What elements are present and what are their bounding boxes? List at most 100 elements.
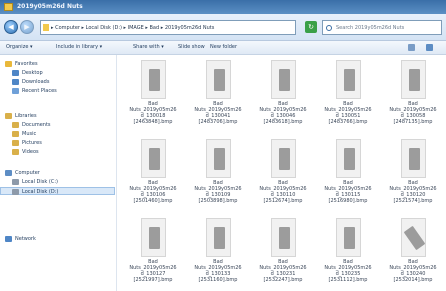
file-item[interactable]: Bad Nuts_2019y05m26 d_130133 [2531160].b…: [188, 215, 248, 291]
nav-item-local-disk-d[interactable]: Local Disk (D:): [0, 187, 115, 195]
nav-item-label: Documents: [22, 122, 51, 128]
image-thumbnail: [401, 218, 426, 257]
nut-image: [403, 225, 426, 251]
view-options-icon[interactable]: [408, 44, 415, 51]
file-item[interactable]: Bad Nuts_2019y05m26 d_130127 [2521997].b…: [123, 215, 183, 291]
image-thumbnail: [141, 139, 166, 178]
nav-item-label: Music: [22, 131, 37, 137]
file-name: Bad Nuts_2019y05m26 d_130120 [2521574].b…: [389, 180, 437, 204]
help-icon[interactable]: [426, 44, 433, 51]
nut-image: [214, 148, 225, 170]
file-item[interactable]: Bad Nuts_2019y05m26 d_130109 [2503898].b…: [188, 136, 248, 214]
nav-item-label: Pictures: [22, 140, 42, 146]
nav-item-downloads[interactable]: Downloads: [0, 78, 115, 86]
image-thumbnail: [401, 139, 426, 178]
forward-button[interactable]: ▶: [20, 20, 34, 34]
file-item[interactable]: Bad Nuts_2019y05m26 d_130018 [2463848].b…: [123, 57, 183, 135]
file-item[interactable]: Bad Nuts_2019y05m26 d_130240 [2532014].b…: [383, 215, 443, 291]
nav-item-pictures[interactable]: Pictures: [0, 139, 115, 147]
pictures-icon: [12, 140, 19, 146]
music-icon: [12, 131, 19, 137]
back-button[interactable]: ◀: [4, 20, 18, 34]
nav-item-music[interactable]: Music: [0, 130, 115, 138]
file-item[interactable]: Bad Nuts_2019y05m26 d_130231 [2532247].b…: [253, 215, 313, 291]
file-name: Bad Nuts_2019y05m26 d_130058 [2487135].b…: [389, 101, 437, 125]
downloads-icon: [12, 79, 19, 85]
image-thumbnail: [336, 60, 361, 99]
nut-image: [279, 69, 290, 91]
include-in-library-button[interactable]: Include in library ▾: [56, 44, 102, 50]
file-name: Bad Nuts_2019y05m26 d_130109 [2503898].b…: [194, 180, 242, 204]
nav-item-recent-places[interactable]: Recent Places: [0, 87, 115, 95]
file-name: Bad Nuts_2019y05m26 d_130133 [2531160].b…: [194, 259, 242, 283]
title-bar: 2019y05m26d Nuts: [0, 0, 446, 14]
image-thumbnail: [336, 218, 361, 257]
file-name: Bad Nuts_2019y05m26 d_130115 [2516980].b…: [324, 180, 372, 204]
nav-item-videos[interactable]: Videos: [0, 148, 115, 156]
nut-image: [409, 69, 420, 91]
organize-button[interactable]: Organize ▾: [6, 44, 33, 50]
nav-item-local-disk-c[interactable]: Local Disk (C:): [0, 178, 115, 186]
nut-image: [214, 227, 225, 249]
share-with-button[interactable]: Share with ▾: [133, 44, 164, 50]
nut-image: [149, 69, 160, 91]
search-input[interactable]: Search 2019y05m26d Nuts: [322, 20, 442, 35]
nav-item-network[interactable]: Network: [0, 235, 115, 243]
desktop-icon: [12, 70, 19, 76]
nav-item-favorites[interactable]: Favorites: [0, 60, 115, 68]
nav-item-desktop[interactable]: Desktop: [0, 69, 115, 77]
disk-icon: [12, 189, 19, 195]
file-name: Bad Nuts_2019y05m26 d_130235 [2531112].b…: [324, 259, 372, 283]
navigation-pane: Favorites Desktop Downloads Recent Place…: [0, 55, 117, 291]
nut-image: [344, 69, 355, 91]
file-item[interactable]: Bad Nuts_2019y05m26 d_130106 [2501460].b…: [123, 136, 183, 214]
address-path: ▸ Computer ▸ Local Disk (D:) ▸ IMAGE ▸ B…: [51, 25, 215, 31]
star-icon: [5, 61, 12, 67]
nut-image: [279, 227, 290, 249]
refresh-button[interactable]: ↻: [305, 21, 317, 33]
file-name: Bad Nuts_2019y05m26 d_130051 [2483766].b…: [324, 101, 372, 125]
window-title: 2019y05m26d Nuts: [17, 3, 83, 10]
file-item[interactable]: Bad Nuts_2019y05m26 d_130235 [2531112].b…: [318, 215, 378, 291]
image-thumbnail: [271, 139, 296, 178]
recent-places-icon: [12, 88, 19, 94]
image-thumbnail: [271, 218, 296, 257]
nav-item-libraries[interactable]: Libraries: [0, 112, 115, 120]
disk-icon: [12, 179, 19, 185]
nav-item-documents[interactable]: Documents: [0, 121, 115, 129]
file-name: Bad Nuts_2019y05m26 d_130240 [2532014].b…: [389, 259, 437, 283]
image-thumbnail: [336, 139, 361, 178]
file-name: Bad Nuts_2019y05m26 d_130106 [2501460].b…: [129, 180, 177, 204]
image-thumbnail: [206, 218, 231, 257]
command-bar: Organize ▾ Include in library ▾ Share wi…: [0, 41, 446, 55]
file-item[interactable]: Bad Nuts_2019y05m26 d_130051 [2483766].b…: [318, 57, 378, 135]
folder-icon: [43, 24, 49, 31]
nav-item-label: Libraries: [15, 113, 37, 119]
nut-image: [344, 227, 355, 249]
slide-show-button[interactable]: Slide show: [178, 44, 205, 50]
file-name: Bad Nuts_2019y05m26 d_130041 [2483706].b…: [194, 101, 242, 125]
file-item[interactable]: Bad Nuts_2019y05m26 d_130120 [2521574].b…: [383, 136, 443, 214]
image-thumbnail: [141, 60, 166, 99]
file-item[interactable]: Bad Nuts_2019y05m26 d_130041 [2483706].b…: [188, 57, 248, 135]
file-name: Bad Nuts_2019y05m26 d_130110 [2512674].b…: [259, 180, 307, 204]
new-folder-button[interactable]: New folder: [210, 44, 237, 50]
nav-item-label: Recent Places: [22, 88, 57, 94]
address-bar[interactable]: ▸ Computer ▸ Local Disk (D:) ▸ IMAGE ▸ B…: [40, 20, 296, 35]
documents-icon: [12, 122, 19, 128]
image-thumbnail: [206, 139, 231, 178]
libraries-icon: [5, 113, 12, 119]
file-item[interactable]: Bad Nuts_2019y05m26 d_130046 [2483618].b…: [253, 57, 313, 135]
search-icon: [326, 25, 332, 31]
file-name: Bad Nuts_2019y05m26 d_130127 [2521997].b…: [129, 259, 177, 283]
nut-image: [344, 148, 355, 170]
file-item[interactable]: Bad Nuts_2019y05m26 d_130115 [2516980].b…: [318, 136, 378, 214]
file-name: Bad Nuts_2019y05m26 d_130231 [2532247].b…: [259, 259, 307, 283]
image-thumbnail: [206, 60, 231, 99]
file-name: Bad Nuts_2019y05m26 d_130018 [2463848].b…: [129, 101, 177, 125]
file-item[interactable]: Bad Nuts_2019y05m26 d_130110 [2512674].b…: [253, 136, 313, 214]
nav-item-computer[interactable]: Computer: [0, 169, 115, 177]
file-item[interactable]: Bad Nuts_2019y05m26 d_130058 [2487135].b…: [383, 57, 443, 135]
image-thumbnail: [401, 60, 426, 99]
nav-item-label: Computer: [15, 170, 40, 176]
